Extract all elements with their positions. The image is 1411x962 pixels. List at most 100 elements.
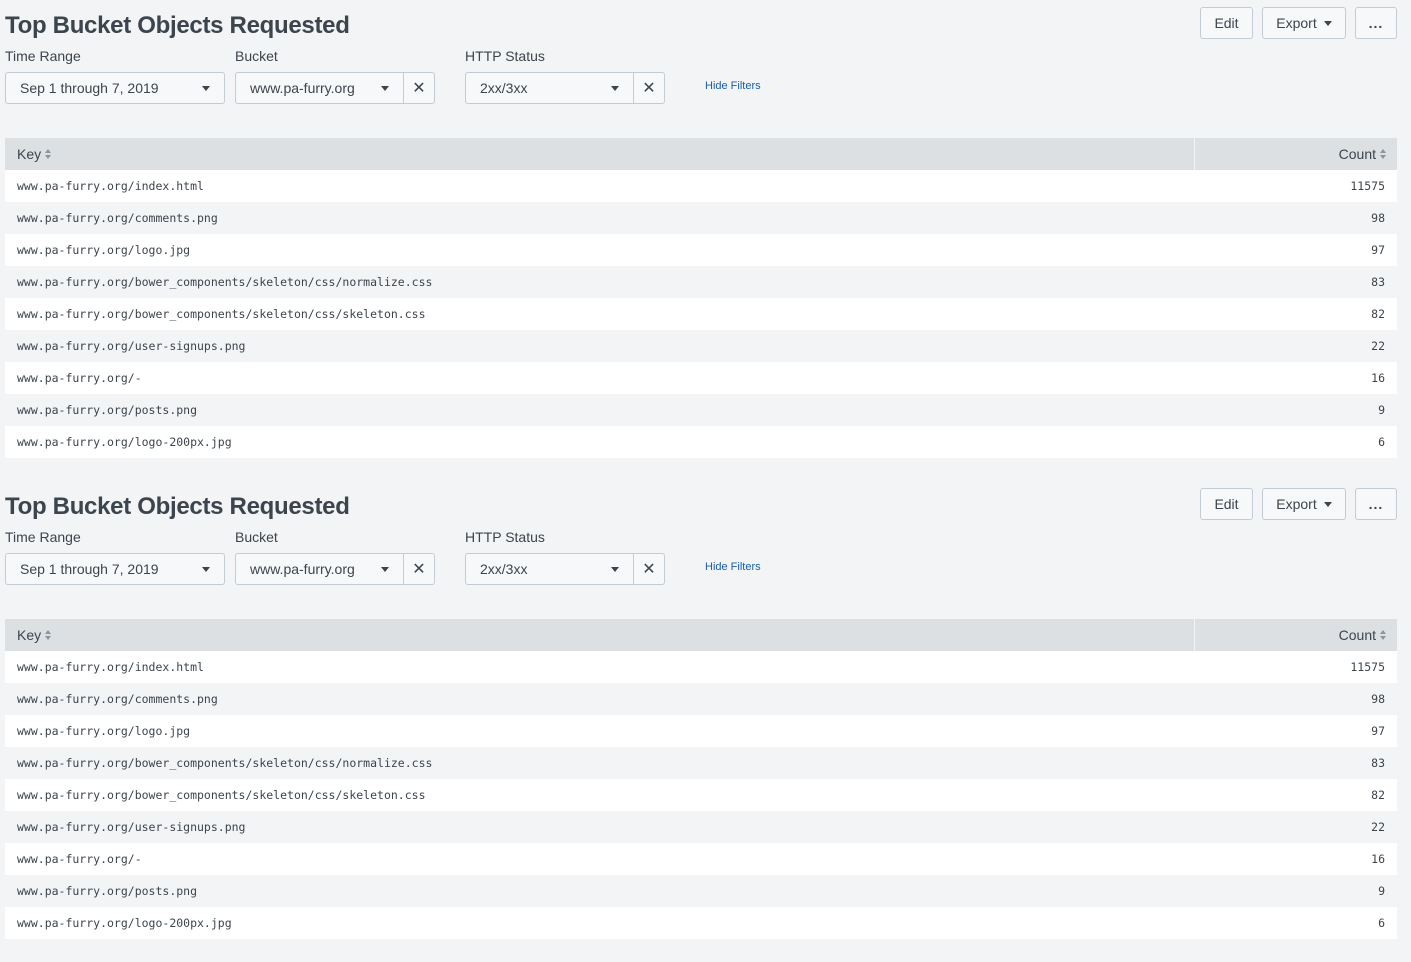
table-body: www.pa-furry.org/index.html 11575 www.pa-… [5,651,1397,939]
count-cell: 9 [1378,884,1385,898]
count-cell: 22 [1371,339,1385,353]
caret-down-icon [611,85,619,91]
more-actions-label: ... [1368,15,1384,31]
table-row[interactable]: www.pa-furry.org/- 16 [5,362,1397,394]
hide-filters-link[interactable]: Hide Filters [705,80,761,92]
column-header-count[interactable]: Count [1195,138,1397,170]
caret-down-icon [611,566,619,572]
count-cell: 98 [1371,692,1385,706]
count-cell: 22 [1371,820,1385,834]
clear-http-status-icon[interactable]: ✕ [633,554,664,584]
count-cell: 16 [1371,371,1385,385]
table-row[interactable]: www.pa-furry.org/user-signups.png 22 [5,330,1397,362]
table-row[interactable]: www.pa-furry.org/bower_components/skelet… [5,747,1397,779]
table-row[interactable]: www.pa-furry.org/logo.jpg 97 [5,715,1397,747]
key-cell: www.pa-furry.org/index.html [17,660,204,674]
caret-down-icon [381,85,389,91]
bucket-label: Bucket [235,529,278,545]
time-range-select[interactable]: Sep 1 through 7, 2019 [5,553,225,585]
edit-button-label: Edit [1214,496,1239,512]
more-actions-button[interactable]: ... [1355,7,1397,39]
http-status-value: 2xx/3xx [480,561,528,577]
http-status-value: 2xx/3xx [480,80,528,96]
key-cell: www.pa-furry.org/- [17,852,142,866]
count-cell: 98 [1371,211,1385,225]
edit-button[interactable]: Edit [1200,488,1253,520]
count-cell: 82 [1371,788,1385,802]
table-row[interactable]: www.pa-furry.org/user-signups.png 22 [5,811,1397,843]
table-row[interactable]: www.pa-furry.org/posts.png 9 [5,394,1397,426]
bucket-select[interactable]: www.pa-furry.org ✕ [235,72,435,104]
column-header-count-label: Count [1338,146,1376,162]
caret-down-icon [202,85,210,91]
count-cell: 11575 [1350,179,1385,193]
table-row[interactable]: www.pa-furry.org/bower_components/skelet… [5,298,1397,330]
key-cell: www.pa-furry.org/logo-200px.jpg [17,435,232,449]
column-header-key[interactable]: Key [5,619,1195,651]
bucket-select[interactable]: www.pa-furry.org ✕ [235,553,435,585]
column-header-count[interactable]: Count [1195,619,1397,651]
time-range-label: Time Range [5,48,81,64]
column-header-key[interactable]: Key [5,138,1195,170]
http-status-label: HTTP Status [465,529,545,545]
key-cell: www.pa-furry.org/logo-200px.jpg [17,916,232,930]
table-row[interactable]: www.pa-furry.org/- 16 [5,843,1397,875]
key-cell: www.pa-furry.org/logo.jpg [17,724,191,738]
table-row[interactable]: www.pa-furry.org/logo-200px.jpg 6 [5,426,1397,458]
edit-button-label: Edit [1214,15,1239,31]
panel-title: Top Bucket Objects Requested [5,493,350,520]
table-row[interactable]: www.pa-furry.org/index.html 11575 [5,170,1397,202]
table-row[interactable]: www.pa-furry.org/index.html 11575 [5,651,1397,683]
caret-down-icon [1323,20,1332,26]
key-cell: www.pa-furry.org/bower_components/skelet… [17,307,426,321]
edit-button[interactable]: Edit [1200,7,1253,39]
caret-down-icon [202,566,210,572]
http-status-select[interactable]: 2xx/3xx ✕ [465,72,665,104]
caret-down-icon [381,566,389,572]
key-cell: www.pa-furry.org/bower_components/skelet… [17,788,426,802]
clear-http-status-icon[interactable]: ✕ [633,73,664,103]
table-row[interactable]: www.pa-furry.org/comments.png 98 [5,202,1397,234]
key-cell: www.pa-furry.org/user-signups.png [17,820,246,834]
key-cell: www.pa-furry.org/bower_components/skelet… [17,275,433,289]
export-button-label: Export [1276,15,1317,31]
time-range-value: Sep 1 through 7, 2019 [20,80,159,96]
count-cell: 6 [1378,916,1385,930]
table-row[interactable]: www.pa-furry.org/bower_components/skelet… [5,779,1397,811]
panel-title: Top Bucket Objects Requested [5,12,350,39]
table-row[interactable]: www.pa-furry.org/logo-200px.jpg 6 [5,907,1397,939]
bucket-value: www.pa-furry.org [250,80,355,96]
hide-filters-link[interactable]: Hide Filters [705,561,761,573]
table-row[interactable]: www.pa-furry.org/logo.jpg 97 [5,234,1397,266]
column-header-key-label: Key [17,146,42,162]
bucket-label: Bucket [235,48,278,64]
key-cell: www.pa-furry.org/comments.png [17,692,218,706]
column-header-count-label: Count [1338,627,1376,643]
time-range-select[interactable]: Sep 1 through 7, 2019 [5,72,225,104]
key-cell: www.pa-furry.org/posts.png [17,403,198,417]
more-actions-button[interactable]: ... [1355,488,1397,520]
table-row[interactable]: www.pa-furry.org/bower_components/skelet… [5,266,1397,298]
clear-bucket-icon[interactable]: ✕ [403,554,434,584]
key-cell: www.pa-furry.org/- [17,371,142,385]
count-cell: 83 [1371,756,1385,770]
time-range-label: Time Range [5,529,81,545]
table-row[interactable]: www.pa-furry.org/comments.png 98 [5,683,1397,715]
key-cell: www.pa-furry.org/comments.png [17,211,218,225]
sort-icon [45,630,52,640]
count-cell: 11575 [1350,660,1385,674]
export-button-label: Export [1276,496,1317,512]
caret-down-icon [1323,501,1332,507]
http-status-label: HTTP Status [465,48,545,64]
key-cell: www.pa-furry.org/posts.png [17,884,198,898]
export-button[interactable]: Export [1262,7,1346,39]
table-header: Key Count [5,619,1397,651]
results-table: Key Count www.pa-furry.org/index.html 115… [5,138,1397,458]
table-header: Key Count [5,138,1397,170]
count-cell: 97 [1371,724,1385,738]
export-button[interactable]: Export [1262,488,1346,520]
table-body: www.pa-furry.org/index.html 11575 www.pa-… [5,170,1397,458]
clear-bucket-icon[interactable]: ✕ [403,73,434,103]
table-row[interactable]: www.pa-furry.org/posts.png 9 [5,875,1397,907]
http-status-select[interactable]: 2xx/3xx ✕ [465,553,665,585]
